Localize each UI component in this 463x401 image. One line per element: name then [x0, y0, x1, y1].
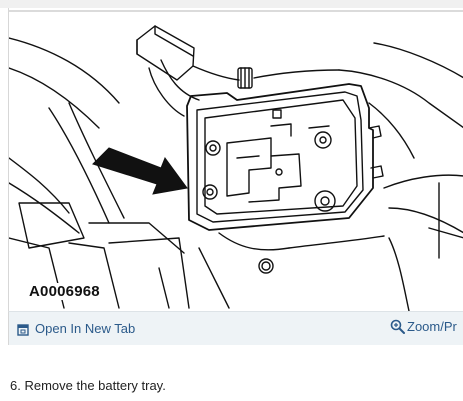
battery-tray-illustration — [9, 10, 463, 311]
figure-frame: A0006968 — [8, 8, 463, 311]
zoom-print-link[interactable]: Zoom/Pr — [390, 319, 457, 334]
open-in-new-tab-label: Open In New Tab — [35, 321, 136, 336]
open-in-new-tab-link[interactable]: Open In New Tab — [17, 321, 135, 336]
open-in-new-tab-icon — [17, 323, 29, 336]
top-strip — [0, 0, 463, 8]
instruction-step: 6. Remove the battery tray. — [10, 378, 166, 393]
figure-id-label: A0006968 — [27, 283, 102, 300]
figure-card: A0006968 Open In New Tab Zoom/Pr — [0, 8, 463, 345]
figure-action-bar: Open In New Tab Zoom/Pr — [8, 311, 463, 345]
zoom-icon — [390, 319, 405, 334]
zoom-print-label: Zoom/Pr — [407, 319, 457, 334]
